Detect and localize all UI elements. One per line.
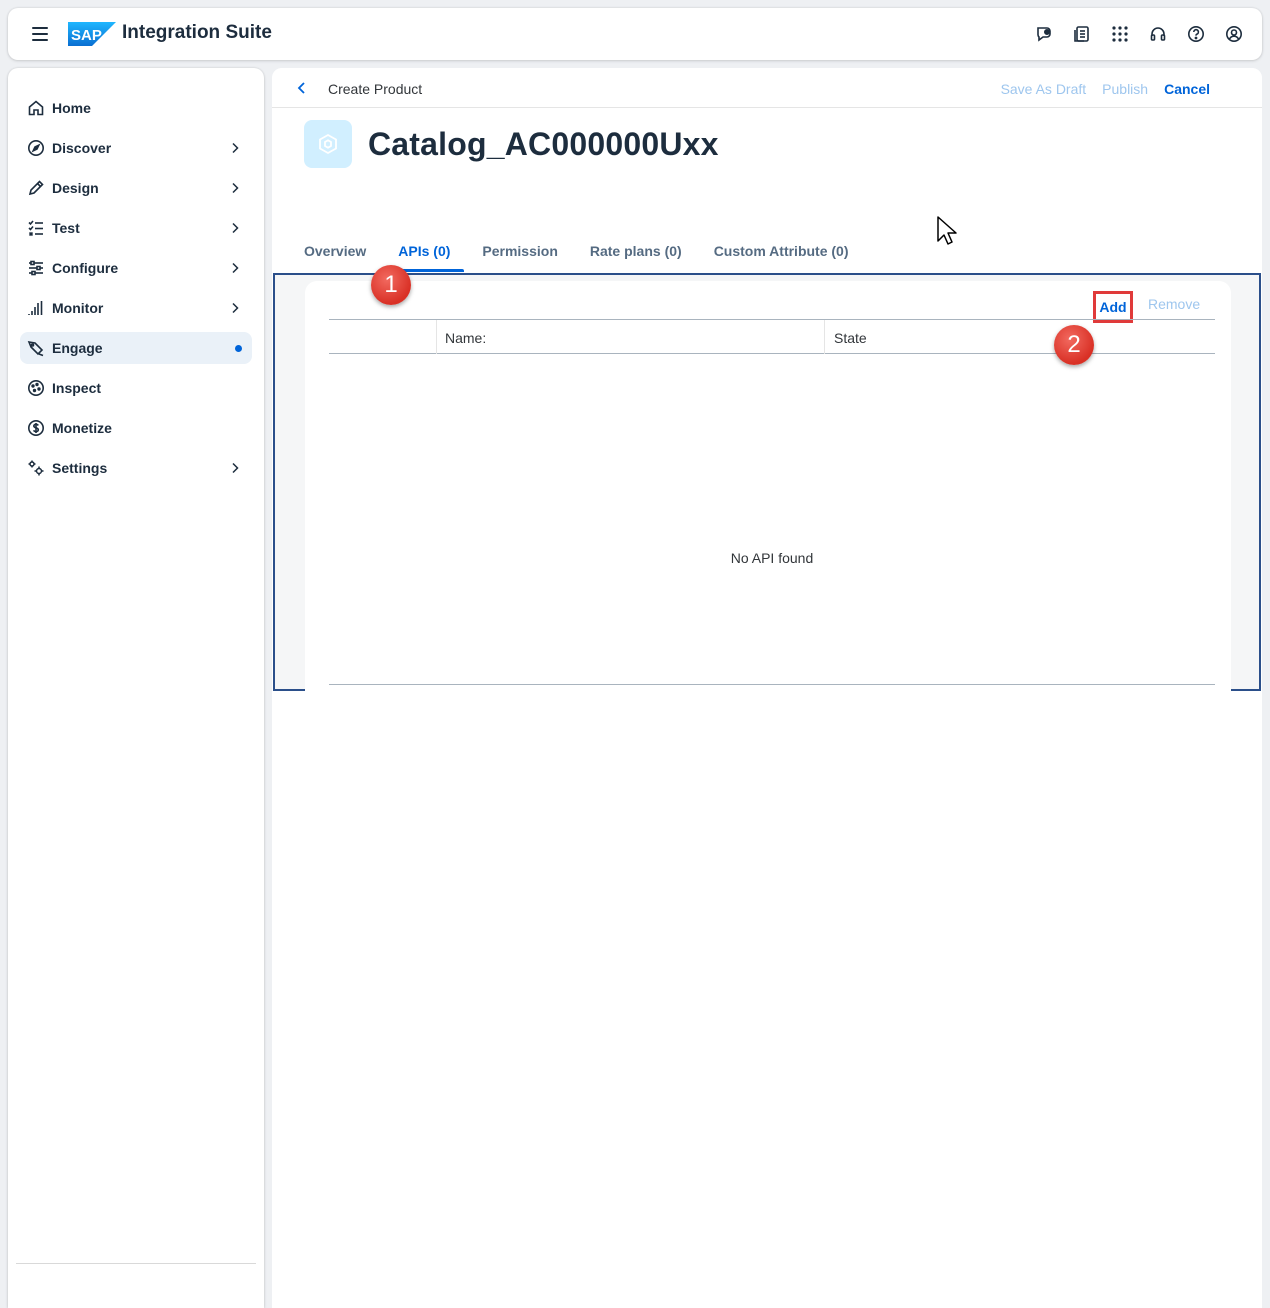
page-title: Catalog_AC000000Uxx [368, 126, 719, 162]
nav-label: Monitor [52, 300, 104, 316]
table-bottom-border [329, 684, 1215, 685]
gears-icon [26, 458, 46, 478]
tab-rate-plans[interactable]: Rate plans (0) [574, 238, 698, 272]
support-headset-icon[interactable] [1148, 22, 1168, 46]
nav-item-configure[interactable]: Configure [20, 252, 252, 284]
cancel-button[interactable]: Cancel [1164, 81, 1210, 97]
nav-item-monetize[interactable]: Monetize [20, 412, 252, 444]
engage-icon [26, 338, 46, 358]
nav-item-engage[interactable]: Engage [20, 332, 252, 364]
dollar-icon [26, 418, 46, 438]
chevron-right-icon [232, 142, 239, 154]
nav-label: Home [52, 100, 91, 116]
header-toolbar: Create Product Save As Draft Publish Can… [272, 68, 1262, 108]
nav-item-discover[interactable]: Discover [20, 132, 252, 164]
help-icon[interactable] [1186, 22, 1206, 46]
column-divider [824, 320, 825, 354]
chevron-right-icon [232, 462, 239, 474]
back-arrow-icon[interactable] [294, 80, 310, 96]
active-indicator-dot [235, 345, 242, 352]
notes-icon[interactable] [1072, 22, 1092, 46]
checklist-icon [26, 218, 46, 238]
publish-button[interactable]: Publish [1102, 81, 1148, 97]
nav-label: Monetize [52, 420, 112, 436]
nav-item-inspect[interactable]: Inspect [20, 372, 252, 404]
nav-label: Test [52, 220, 80, 236]
nav-item-design[interactable]: Design [20, 172, 252, 204]
chevron-right-icon [232, 222, 239, 234]
nav-label: Settings [52, 460, 108, 476]
product-name[interactable]: Integration Suite [122, 22, 272, 44]
chevron-right-icon [232, 182, 239, 194]
apis-section: Add Remove Name: State No API found [273, 273, 1261, 693]
tab-permission[interactable]: Permission [466, 238, 573, 272]
empty-state-text: No API found [730, 550, 814, 566]
column-divider [436, 320, 437, 354]
nav-label: Discover [52, 140, 112, 156]
nav-label: Configure [52, 260, 119, 276]
nav-label: Design [52, 180, 99, 196]
divider [16, 1263, 256, 1264]
pencil-icon [26, 178, 46, 198]
tab-overview[interactable]: Overview [288, 238, 382, 272]
nav-item-home[interactable]: Home [20, 92, 252, 124]
step-badge-1: 1 [371, 265, 411, 305]
main-content: Create Product Save As Draft Publish Can… [272, 68, 1262, 1308]
feedback-icon[interactable] [1034, 22, 1054, 46]
chevron-right-icon [232, 302, 239, 314]
menu-icon[interactable] [32, 27, 48, 41]
apps-grid-icon[interactable] [1110, 22, 1130, 46]
nav-item-test[interactable]: Test [20, 212, 252, 244]
tab-bar: Overview APIs (0) Permission Rate plans … [288, 238, 865, 272]
svg-text:SAP: SAP [71, 27, 102, 44]
tab-custom-attribute[interactable]: Custom Attribute (0) [698, 238, 865, 272]
nav-label: Inspect [52, 380, 102, 396]
step-badge-2: 2 [1054, 325, 1094, 365]
column-header-name[interactable]: Name: [445, 330, 486, 346]
remove-button[interactable]: Remove [1148, 296, 1200, 312]
nav-item-settings[interactable]: Settings [20, 452, 252, 484]
column-header-state[interactable]: State [834, 330, 867, 346]
mouse-cursor-icon [937, 216, 957, 245]
page-breadcrumb: Create Product [328, 81, 423, 97]
nav-item-monitor[interactable]: Monitor [20, 292, 252, 324]
product-avatar [304, 120, 352, 168]
sap-logo[interactable]: SAP [68, 22, 116, 46]
shell-bar: SAP Integration Suite [8, 8, 1262, 60]
nav-label: Engage [52, 340, 103, 356]
chevron-right-icon [232, 262, 239, 274]
inspect-icon [26, 378, 46, 398]
home-icon [26, 98, 46, 118]
bar-chart-icon [26, 298, 46, 318]
user-profile-icon[interactable] [1224, 22, 1244, 46]
sliders-icon [26, 258, 46, 278]
save-as-draft-button[interactable]: Save As Draft [1001, 81, 1087, 97]
object-page-header: Create Product Save As Draft Publish Can… [272, 68, 1262, 272]
side-navigation: Home Discover Design Test Configure Moni… [8, 68, 264, 1308]
product-icon [319, 133, 337, 155]
compass-icon [26, 138, 46, 158]
